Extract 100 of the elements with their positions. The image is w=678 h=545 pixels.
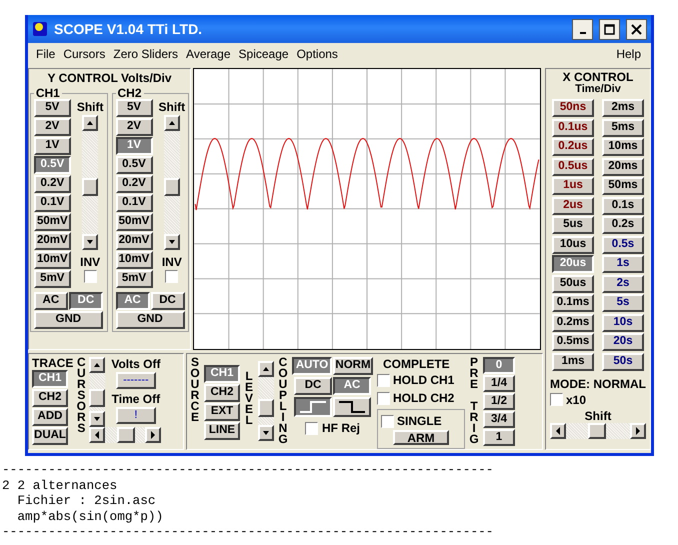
- scroll-thumb[interactable]: [258, 399, 274, 417]
- toggle-button[interactable]: 2us: [552, 196, 594, 214]
- scroll-thumb[interactable]: [89, 389, 106, 407]
- checkbox[interactable]: [550, 393, 563, 406]
- toggle-button[interactable]: 1us: [552, 177, 594, 195]
- menu-item[interactable]: File: [32, 45, 60, 63]
- checkbox[interactable]: [377, 392, 390, 404]
- toggle-button[interactable]: NORM: [333, 357, 373, 375]
- toggle-button[interactable]: 1/4: [483, 375, 515, 392]
- toggle-button[interactable]: 0.1V: [34, 194, 71, 212]
- toggle-button[interactable]: AUTO: [292, 357, 332, 375]
- toggle-button[interactable]: 0.2us: [552, 138, 594, 156]
- scroll-up-button[interactable]: [89, 357, 106, 373]
- toggle-button[interactable]: 0.2s: [602, 216, 644, 234]
- edge-button[interactable]: [294, 397, 332, 417]
- toggle-button[interactable]: 5V: [34, 99, 71, 117]
- toggle-button[interactable]: 20ms: [602, 158, 644, 176]
- toggle-button[interactable]: 5us: [552, 216, 594, 234]
- toggle-button[interactable]: LINE: [204, 422, 240, 440]
- toggle-button[interactable]: 2ms: [602, 99, 644, 117]
- toggle-button[interactable]: 0.1ms: [552, 294, 594, 312]
- toggle-button[interactable]: DC: [294, 377, 332, 395]
- toggle-button[interactable]: 10mV: [34, 251, 71, 269]
- menu-item[interactable]: Cursors: [59, 45, 110, 63]
- scroll-left-button[interactable]: [550, 422, 566, 438]
- menu-item[interactable]: Options: [292, 45, 342, 63]
- toggle-button[interactable]: 5V: [116, 99, 152, 117]
- scroll-thumb[interactable]: [117, 427, 136, 443]
- scroll-up-button[interactable]: [82, 115, 98, 131]
- volts-offset-button[interactable]: -------: [116, 372, 156, 389]
- scroll-thumb[interactable]: [588, 422, 606, 438]
- toggle-button[interactable]: 5ms: [602, 118, 644, 136]
- scroll-thumb[interactable]: [164, 178, 180, 196]
- toggle-button[interactable]: AC: [116, 292, 150, 310]
- scroll-down-button[interactable]: [258, 425, 274, 441]
- horizontal-scrollbar[interactable]: [550, 422, 646, 438]
- toggle-button[interactable]: GND: [34, 311, 103, 329]
- horizontal-scrollbar[interactable]: [89, 427, 162, 443]
- toggle-button[interactable]: 10s: [602, 314, 644, 332]
- scroll-down-button[interactable]: [164, 234, 180, 250]
- toggle-button[interactable]: AC: [34, 292, 68, 310]
- checkbox[interactable]: [377, 374, 390, 386]
- toggle-button[interactable]: 0.5s: [602, 236, 644, 254]
- toggle-button[interactable]: 50us: [552, 274, 594, 292]
- scroll-thumb[interactable]: [82, 178, 98, 196]
- menu-item[interactable]: Zero Sliders: [109, 45, 182, 63]
- toggle-button[interactable]: GND: [116, 311, 184, 329]
- toggle-button[interactable]: 2s: [602, 274, 644, 292]
- toggle-button[interactable]: 0.5V: [116, 156, 152, 174]
- toggle-button[interactable]: 5s: [602, 294, 644, 312]
- toggle-button[interactable]: 1ms: [552, 352, 594, 370]
- scroll-up-button[interactable]: [164, 115, 180, 131]
- toggle-button[interactable]: 0.1us: [552, 118, 594, 136]
- minimize-button[interactable]: [572, 18, 593, 40]
- toggle-button[interactable]: 10us: [552, 236, 594, 254]
- menu-item[interactable]: Help: [610, 45, 647, 63]
- scroll-right-button[interactable]: [630, 422, 646, 438]
- toggle-button[interactable]: 5mV: [116, 270, 152, 288]
- toggle-button[interactable]: DC: [150, 292, 184, 310]
- toggle-button[interactable]: DC: [68, 292, 103, 310]
- toggle-button[interactable]: 0.1s: [602, 196, 644, 214]
- toggle-button[interactable]: DUAL: [32, 427, 68, 445]
- toggle-button[interactable]: 20mV: [116, 232, 152, 250]
- scroll-right-button[interactable]: [145, 427, 162, 443]
- toggle-button[interactable]: EXT: [204, 403, 240, 421]
- menu-item[interactable]: Average: [182, 45, 235, 63]
- time-offset-button[interactable]: !: [116, 407, 156, 424]
- toggle-button[interactable]: 1/2: [483, 393, 515, 410]
- toggle-button[interactable]: 50ns: [552, 99, 594, 117]
- scroll-left-button[interactable]: [89, 427, 106, 443]
- toggle-button[interactable]: 3/4: [483, 411, 515, 428]
- toggle-button[interactable]: ADD: [32, 408, 68, 426]
- vertical-scrollbar[interactable]: [258, 361, 274, 441]
- checkbox[interactable]: [381, 414, 394, 428]
- toggle-button[interactable]: 10mV: [116, 251, 152, 269]
- toggle-button[interactable]: 20s: [602, 333, 644, 351]
- toggle-button[interactable]: 1s: [602, 255, 644, 273]
- toggle-button[interactable]: 20us: [552, 255, 594, 273]
- checkbox[interactable]: [304, 422, 318, 434]
- toggle-button[interactable]: 0.2V: [116, 175, 152, 193]
- toggle-button[interactable]: 5mV: [34, 270, 71, 288]
- scroll-down-button[interactable]: [89, 411, 106, 427]
- toggle-button[interactable]: 2V: [34, 118, 71, 136]
- toggle-button[interactable]: 0.2V: [34, 175, 71, 193]
- vertical-scrollbar[interactable]: [82, 115, 98, 250]
- toggle-button[interactable]: 2V: [116, 118, 152, 136]
- menu-item[interactable]: Spiceage: [234, 45, 293, 63]
- toggle-button[interactable]: 0.5ms: [552, 333, 594, 351]
- toggle-button[interactable]: CH2: [204, 384, 240, 402]
- toggle-button[interactable]: 1: [483, 429, 515, 446]
- toggle-button[interactable]: 0.5us: [552, 158, 594, 176]
- scroll-up-button[interactable]: [258, 361, 274, 377]
- toggle-button[interactable]: 0: [483, 357, 515, 374]
- toggle-button[interactable]: 1V: [34, 137, 71, 155]
- vertical-scrollbar[interactable]: [164, 115, 180, 250]
- toggle-button[interactable]: 20mV: [34, 232, 71, 250]
- maximize-button[interactable]: [599, 18, 620, 40]
- arm-button[interactable]: ARM: [393, 430, 449, 445]
- toggle-button[interactable]: CH2: [32, 389, 68, 407]
- toggle-button[interactable]: 0.1V: [116, 194, 152, 212]
